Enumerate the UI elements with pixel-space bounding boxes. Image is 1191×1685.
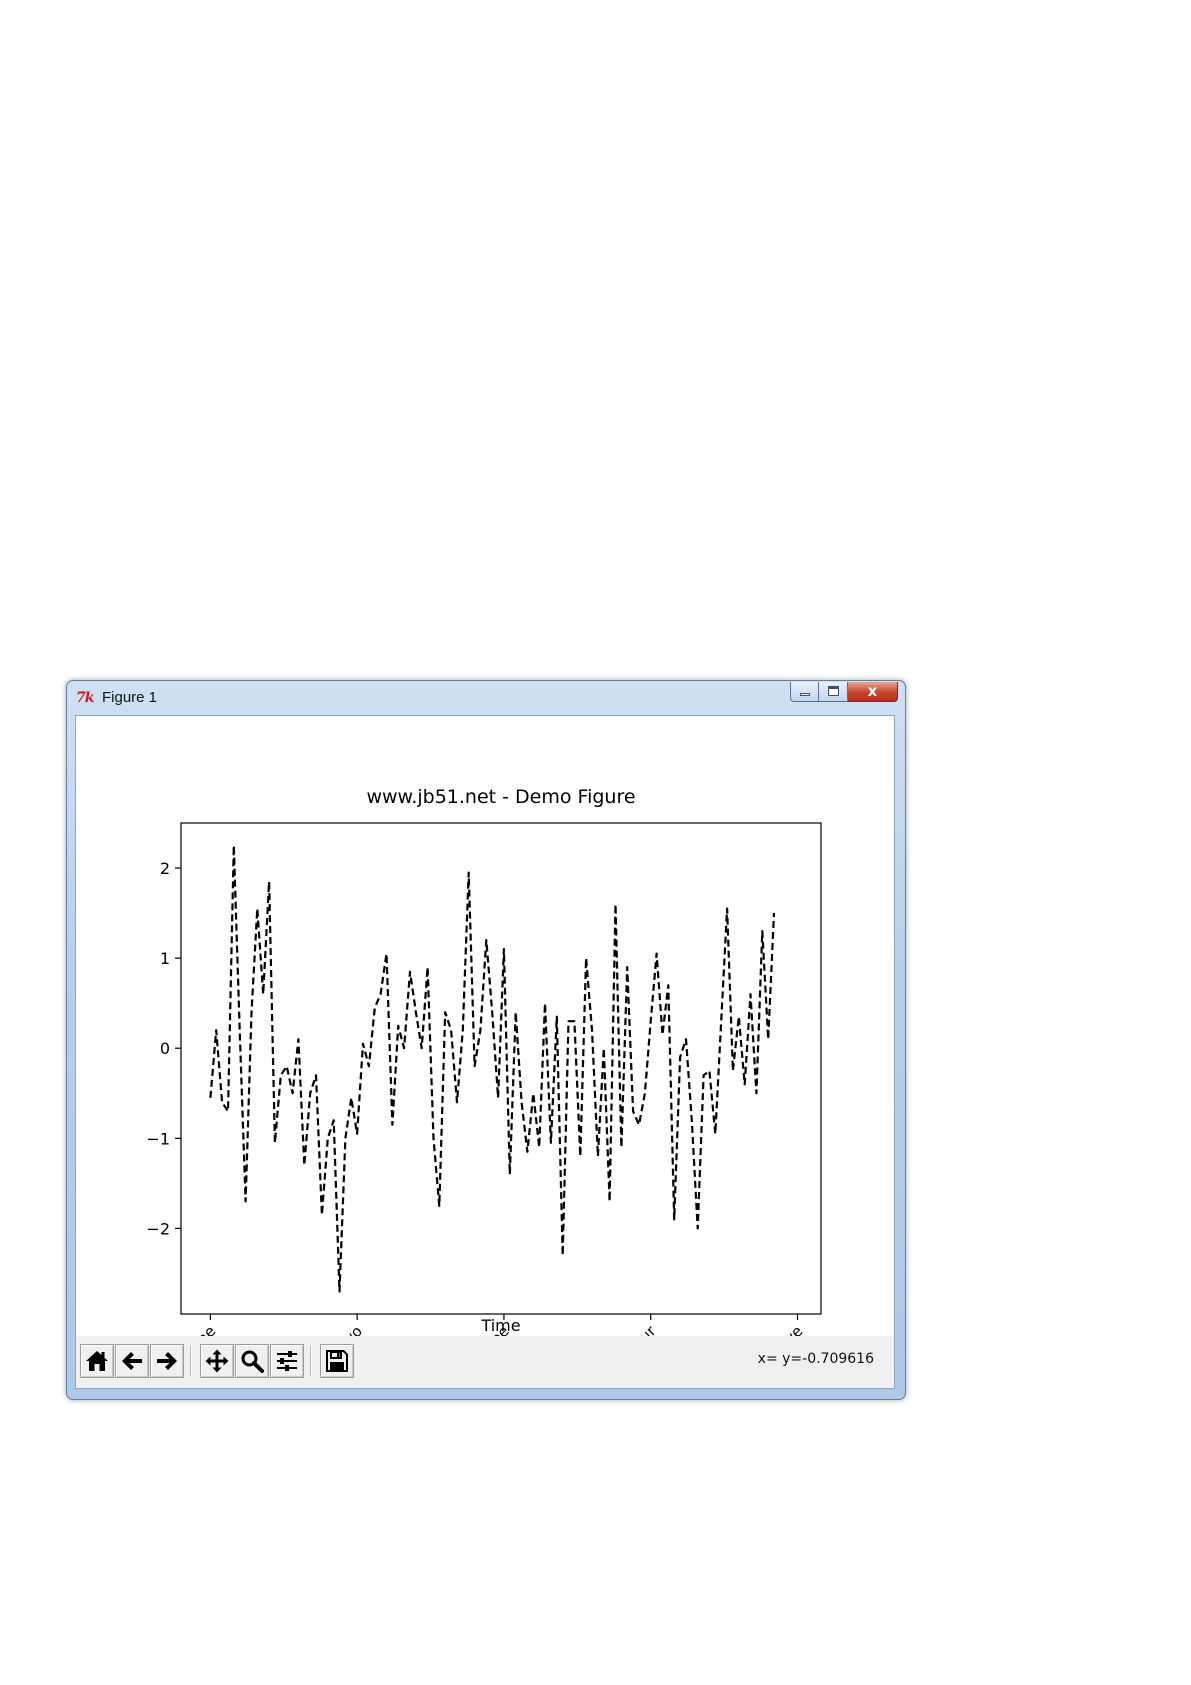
x-tick-label: one	[187, 1322, 219, 1336]
axes: −2−1012onetwothreefourfive	[146, 822, 822, 1336]
y-tick-label: −2	[146, 1219, 170, 1238]
cursor-coordinates: x= y=-0.709616	[757, 1351, 874, 1367]
home-icon	[86, 1351, 108, 1371]
home-button[interactable]	[80, 1344, 114, 1378]
y-tick-label: 2	[160, 859, 170, 878]
y-tick-label: 1	[160, 949, 170, 968]
window-title: Figure 1	[102, 689, 158, 706]
y-tick-label: −1	[146, 1129, 170, 1148]
caption-buttons: x	[790, 682, 898, 702]
close-icon: x	[867, 682, 878, 700]
sliders-icon	[277, 1351, 297, 1371]
zoom-icon	[241, 1350, 264, 1373]
title-bar[interactable]: 7k Figure 1 x	[67, 681, 905, 715]
chart-title: www.jb51.net - Demo Figure	[366, 786, 635, 808]
minimize-icon	[800, 693, 810, 696]
move-icon	[205, 1349, 229, 1373]
back-button[interactable]	[115, 1344, 149, 1378]
maximize-button[interactable]	[819, 682, 848, 702]
x-tick-label: two	[334, 1322, 366, 1336]
configure-subplots-button[interactable]	[270, 1344, 304, 1378]
save-icon	[326, 1350, 348, 1372]
line-chart[interactable]: www.jb51.net - Demo Figure −2 −1 0 1 2 one two…	[76, 716, 894, 1336]
toolbar-separator	[310, 1346, 312, 1376]
toolbar-separator	[190, 1346, 192, 1376]
arrow-right-icon	[157, 1352, 177, 1370]
forward-button[interactable]	[150, 1344, 184, 1378]
maximize-icon	[828, 686, 839, 696]
figure-client-area: www.jb51.net - Demo Figure −2 −1 0 1 2 one two…	[75, 715, 895, 1389]
close-button[interactable]: x	[848, 682, 898, 702]
x-axis-label: Time	[480, 1316, 520, 1335]
save-button[interactable]	[320, 1344, 354, 1378]
y-tick-label: 0	[160, 1039, 170, 1058]
zoom-button[interactable]	[235, 1344, 269, 1378]
x-tick-label: five	[774, 1322, 806, 1336]
x-tick-label: four	[626, 1322, 661, 1336]
plot-frame	[180, 822, 822, 1315]
figure-canvas[interactable]: www.jb51.net - Demo Figure −2 −1 0 1 2 one two…	[76, 716, 894, 1336]
arrow-left-icon	[122, 1352, 142, 1370]
figure-window: 7k Figure 1 x www.jb51.net - Demo Figure…	[66, 680, 906, 1400]
tk-feather-icon: 7k	[76, 690, 94, 706]
data-series-line	[209, 844, 776, 1293]
minimize-button[interactable]	[790, 682, 819, 702]
navigation-toolbar: x= y=-0.709616	[76, 1336, 894, 1388]
pan-button[interactable]	[200, 1344, 234, 1378]
